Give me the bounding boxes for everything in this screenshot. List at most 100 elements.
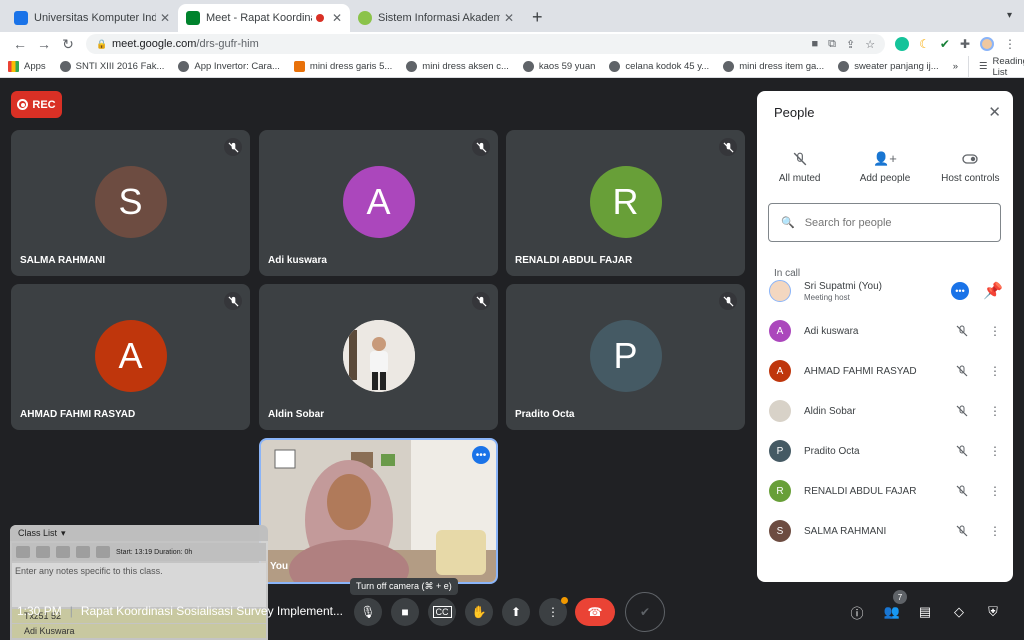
participant-tile[interactable]: R RENALDI ABDUL FAJAR <box>506 130 745 276</box>
bookmarks-overflow-button[interactable]: » <box>953 61 958 72</box>
bookmark-item[interactable]: mini dress garis 5... <box>293 61 392 72</box>
reload-icon[interactable]: ↻ <box>56 36 80 53</box>
leave-call-button[interactable]: ☎ <box>575 598 615 626</box>
reading-list-button[interactable]: ☰ Reading List <box>967 55 1024 78</box>
activities-icon[interactable]: ◇ <box>948 601 970 623</box>
bookmark-item[interactable]: App Invertor: Cara... <box>178 61 280 72</box>
toolbar-chip-icon[interactable] <box>36 546 50 558</box>
moon-extension-icon[interactable]: ☾ <box>919 37 930 51</box>
people-icon[interactable]: 👥 <box>881 601 903 623</box>
more-horizontal-icon[interactable]: ••• <box>951 282 969 300</box>
toolbar-chip-icon[interactable] <box>96 546 110 558</box>
tab-title: Sistem Informasi Akademik - U <box>378 12 500 24</box>
tab-close-icon[interactable]: ✕ <box>332 11 342 25</box>
camera-button[interactable]: ■ <box>391 598 419 626</box>
participant-tile[interactable]: A Adi kuswara <box>259 130 498 276</box>
more-vertical-icon[interactable]: ⋮ <box>989 524 1001 538</box>
tab-search-chevron-icon[interactable]: ▾ <box>1007 10 1012 21</box>
mic-off-icon[interactable] <box>953 485 971 497</box>
mic-off-icon[interactable] <box>953 325 971 337</box>
share-icon[interactable]: ⇪ <box>846 38 855 51</box>
more-vertical-icon[interactable]: ⋮ <box>989 324 1001 338</box>
meet-favicon-icon <box>186 11 200 25</box>
participant-avatar: R <box>589 166 662 238</box>
pin-icon[interactable]: 📌 <box>983 281 1003 301</box>
raise-hand-button[interactable]: ✋ <box>465 598 493 626</box>
chat-icon[interactable]: ▤ <box>914 601 936 623</box>
participant-row-host[interactable]: Sri Supatmi (You) Meeting host ••• 📌 <box>769 275 1003 307</box>
tab-close-icon[interactable]: ✕ <box>504 11 514 25</box>
more-options-button[interactable]: ⋮ <box>539 597 568 626</box>
mic-off-icon[interactable] <box>953 405 971 417</box>
tab-close-icon[interactable]: ✕ <box>160 11 170 25</box>
camera-in-use-icon[interactable]: ■ <box>812 38 819 51</box>
mic-off-icon[interactable] <box>953 365 971 377</box>
people-search-input[interactable] <box>804 216 975 229</box>
activities-check-button[interactable]: ✔ <box>625 592 665 632</box>
more-vertical-icon[interactable]: ⋮ <box>989 444 1001 458</box>
open-in-new-icon[interactable]: ⧉ <box>828 38 836 51</box>
mic-off-icon[interactable] <box>953 525 971 537</box>
bookmark-star-icon[interactable]: ☆ <box>865 38 875 51</box>
toolbar-chip-icon[interactable] <box>76 546 90 558</box>
toolbar-chip-icon[interactable] <box>16 546 30 558</box>
camera-tooltip: Turn off camera (⌘ + e) <box>350 578 458 595</box>
self-video-tile[interactable]: ••• You <box>259 438 498 584</box>
participant-tile[interactable]: P Pradito Octa <box>506 284 745 430</box>
browser-tab[interactable]: Sistem Informasi Akademik - U ✕ <box>350 4 522 32</box>
browser-tab-active[interactable]: Meet - Rapat Koordinasi So ✕ <box>178 4 350 32</box>
participant-tile[interactable]: A AHMAD FAHMI RASYAD <box>11 284 250 430</box>
mic-off-icon[interactable] <box>953 445 971 457</box>
chevron-down-icon[interactable]: ▾ <box>61 528 66 539</box>
toolbar-chip-icon[interactable] <box>56 546 70 558</box>
participant-row[interactable]: P Pradito Octa ⋮ <box>769 435 1003 467</box>
forward-arrow-icon[interactable]: → <box>32 36 56 52</box>
people-search-field[interactable]: 🔍 <box>768 203 1001 242</box>
more-vertical-icon[interactable]: ⋮ <box>989 484 1001 498</box>
participant-row[interactable]: A Adi kuswara ⋮ <box>769 315 1003 347</box>
class-notes-field[interactable]: Enter any notes specific to this class. <box>12 563 266 607</box>
browser-tab[interactable]: Universitas Komputer Indonesi ✕ <box>6 4 178 32</box>
back-arrow-icon[interactable]: ← <box>8 36 32 52</box>
mute-all-button[interactable]: All muted <box>757 149 842 184</box>
participant-row[interactable]: S SALMA RAHMANI ⋮ <box>769 515 1003 547</box>
bookmark-apps[interactable]: Apps <box>8 61 46 72</box>
close-icon[interactable]: ✕ <box>988 103 1001 121</box>
address-bar[interactable]: 🔒 meet.google.com /drs-gufr-him ■ ⧉ ⇪ ☆ <box>86 34 886 54</box>
chrome-menu-icon[interactable]: ⋮ <box>1004 37 1016 51</box>
host-controls-shield-icon[interactable]: ⛨ <box>982 601 1004 623</box>
more-vertical-icon[interactable]: ⋮ <box>989 404 1001 418</box>
bookmark-item[interactable]: mini dress item ga... <box>723 61 824 72</box>
class-list-row[interactable]: Adi Kuswara <box>12 624 266 638</box>
participant-row[interactable]: A AHMAD FAHMI RASYAD ⋮ <box>769 355 1003 387</box>
captions-button[interactable]: CC <box>428 598 456 626</box>
grammarly-extension-icon[interactable] <box>895 37 910 51</box>
present-button[interactable]: ⬆ <box>502 598 530 626</box>
mic-button[interactable]: 🎙 <box>354 598 382 626</box>
add-people-button[interactable]: 👤+ Add people <box>842 149 927 184</box>
more-vertical-icon[interactable]: ⋮ <box>989 364 1001 378</box>
participant-name: SALMA RAHMANI <box>20 255 106 266</box>
participant-row[interactable]: Aldin Sobar ⋮ <box>769 395 1003 427</box>
new-tab-button[interactable]: + <box>522 7 553 32</box>
extensions-puzzle-icon[interactable]: ✚ <box>960 37 970 51</box>
people-panel: People ✕ All muted 👤+ Add people Host co… <box>757 91 1013 582</box>
class-list-overlay[interactable]: Class List ▾ Start: 13:19 Duration: 0h En… <box>10 525 268 640</box>
self-tile-more-icon[interactable]: ••• <box>472 446 490 464</box>
recording-button[interactable]: REC <box>11 91 62 118</box>
bookmark-item[interactable]: mini dress aksen c... <box>406 61 509 72</box>
check-extension-icon[interactable]: ✔ <box>940 37 950 51</box>
bookmark-item[interactable]: SNTI XIII 2016 Fak... <box>59 61 164 72</box>
bookmark-item[interactable]: sweater panjang ij... <box>838 61 939 72</box>
participant-name: SALMA RAHMANI <box>804 525 887 537</box>
bookmark-item[interactable]: kaos 59 yuan <box>522 61 595 72</box>
meeting-title: Rapat Koordinasi Sosialisasi Survey Impl… <box>80 604 343 618</box>
bookmark-item[interactable]: celana kodok 45 y... <box>609 61 709 72</box>
profile-avatar[interactable] <box>980 37 994 51</box>
participant-name: Sri Supatmi (You) <box>804 280 882 292</box>
participant-tile[interactable]: S SALMA RAHMANI <box>11 130 250 276</box>
meeting-details-icon[interactable]: ⓘ <box>846 601 868 623</box>
participant-row[interactable]: R RENALDI ABDUL FAJAR ⋮ <box>769 475 1003 507</box>
host-controls-button[interactable]: Host controls <box>928 149 1013 184</box>
participant-tile[interactable]: Aldin Sobar <box>259 284 498 430</box>
